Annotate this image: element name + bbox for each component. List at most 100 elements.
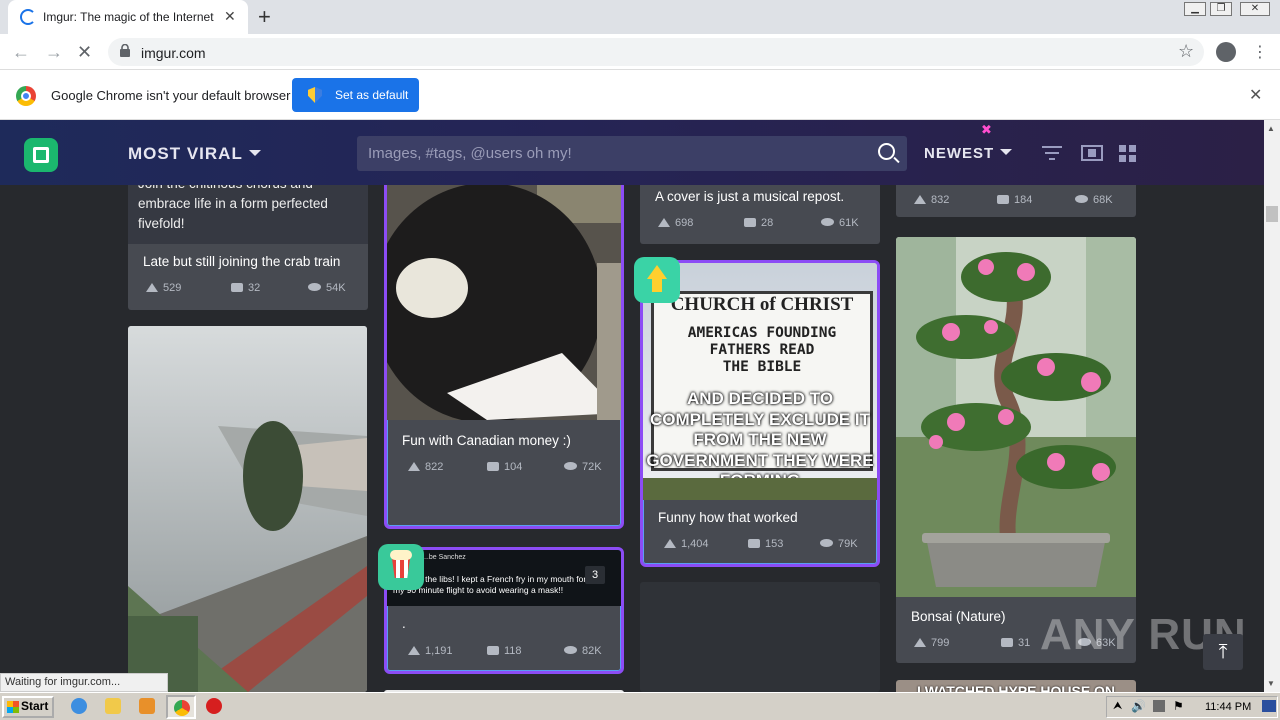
post-card-bonsai[interactable]: Bonsai (Nature) 799 31 63K (896, 237, 1136, 663)
sign-header: CHURCH of CHRIST (670, 294, 854, 315)
network-icon[interactable] (1153, 700, 1165, 712)
comment-icon (231, 283, 243, 292)
url-text: imgur.com (141, 45, 206, 61)
media-player-icon[interactable] (139, 698, 155, 714)
views-icon (820, 539, 833, 547)
section-dropdown[interactable]: MOST VIRAL (128, 144, 261, 164)
infobar-message: Google Chrome isn't your default browser (51, 88, 291, 103)
back-icon[interactable]: ← (12, 42, 30, 63)
views-icon (821, 218, 834, 226)
search-icon[interactable] (878, 143, 895, 160)
post-card-money[interactable]: Fun with Canadian money :) 822 104 72K (384, 160, 624, 529)
post-title: A cover is just a musical repost. (655, 189, 845, 204)
folder-icon[interactable] (105, 698, 121, 714)
flag-icon[interactable]: ⚑ (1173, 699, 1184, 713)
back-to-top-button[interactable]: ⤒ (1203, 634, 1243, 670)
shield-icon (308, 87, 322, 103)
views-icon (308, 283, 321, 291)
post-title: Fun with Canadian money :) (402, 433, 571, 448)
set-as-default-button[interactable]: Set as default (292, 78, 419, 112)
comment-icon (997, 195, 1009, 204)
upvote-icon[interactable] (408, 646, 420, 655)
address-bar[interactable]: imgur.com ☆ (108, 38, 1204, 66)
ie-icon[interactable] (71, 698, 87, 714)
comment-icon (1001, 638, 1013, 647)
imgur-logo-icon[interactable] (24, 138, 58, 172)
browser-toolbar: ← → ✕ imgur.com ☆ (0, 34, 1280, 70)
system-tray: ⮝ 🔊 ⚑ (1106, 696, 1278, 718)
chevron-down-icon (248, 150, 261, 156)
stop-icon[interactable]: ✕ (77, 42, 92, 63)
upvote-icon[interactable] (664, 539, 676, 548)
album-count-badge: 3 (585, 566, 605, 584)
sort-dropdown[interactable]: NEWEST (924, 145, 1013, 162)
record-player-thumbnail (387, 163, 621, 420)
bookmark-star-icon[interactable]: ☆ (1178, 41, 1194, 62)
chrome-logo-icon (16, 86, 36, 106)
upvote-icon[interactable] (658, 218, 670, 227)
comment-icon (487, 646, 499, 655)
chrome-icon (174, 700, 190, 716)
sparkle-icon: ✖ (981, 122, 992, 137)
post-card-hype[interactable]: I WATCHED HYPE HOUSE ON (896, 680, 1136, 692)
bonsai-image (896, 237, 1136, 597)
popcorn-badge-icon (378, 544, 424, 590)
comment-icon (744, 218, 756, 227)
upvote-icon[interactable] (914, 195, 926, 204)
menu-kebab-icon[interactable]: ⋮ (1252, 42, 1268, 62)
views-icon (1075, 195, 1088, 203)
comment-icon (487, 462, 499, 471)
search-box[interactable] (357, 136, 907, 171)
views-icon (564, 646, 577, 654)
infobar-close-icon[interactable]: ✕ (1249, 85, 1262, 105)
compact-view-icon[interactable] (1081, 145, 1103, 161)
default-browser-infobar: Google Chrome isn't your default browser… (0, 70, 1280, 120)
scroll-down-icon[interactable]: ▼ (1267, 679, 1275, 688)
upvote-badge-icon (634, 257, 680, 303)
tray-arrow-icon[interactable]: ⮝ (1113, 700, 1122, 713)
chevron-down-icon (1000, 149, 1013, 155)
imgur-feed: Join the chitinous chorus and embrace li… (0, 120, 1264, 692)
search-input[interactable] (357, 136, 857, 171)
chrome-taskbar-button[interactable] (166, 695, 196, 719)
maximize-button[interactable]: ❐ (1210, 2, 1232, 16)
scrollbar-thumb[interactable] (1266, 206, 1278, 222)
meme-caption: AND DECIDED TO COMPLETELY EXCLUDE IT FRO… (646, 389, 874, 490)
lock-icon (120, 44, 130, 57)
tab-title: Imgur: The magic of the Internet (43, 10, 214, 24)
post-card-storm[interactable] (128, 326, 367, 692)
post-card-empty[interactable] (640, 582, 880, 692)
grid-view-icon[interactable] (1119, 145, 1136, 162)
upvote-icon[interactable] (146, 283, 158, 292)
upvote-icon[interactable] (408, 462, 420, 471)
volume-icon[interactable]: 🔊 (1131, 699, 1146, 713)
views-icon (564, 462, 577, 470)
meme-caption: I WATCHED HYPE HOUSE ON (916, 683, 1116, 692)
start-button[interactable]: Start (2, 696, 54, 718)
post-title: Bonsai (Nature) (911, 609, 1006, 624)
new-tab-button[interactable]: + (258, 4, 271, 30)
scroll-up-icon[interactable]: ▲ (1267, 124, 1275, 133)
close-window-button[interactable]: ✕ (1240, 2, 1270, 16)
filter-icon[interactable] (1042, 145, 1062, 161)
sign-line: AMERICAS FOUNDING FATHERS READ THE BIBLE (687, 325, 837, 375)
browser-tab[interactable]: Imgur: The magic of the Internet ✕ (8, 0, 248, 34)
profile-avatar-icon[interactable] (1216, 42, 1236, 62)
minimize-button[interactable]: ▁ (1184, 2, 1206, 16)
storm-video-thumbnail (128, 326, 367, 692)
opera-icon[interactable] (206, 698, 222, 714)
upvote-icon[interactable] (914, 638, 926, 647)
close-tab-icon[interactable]: ✕ (224, 8, 236, 25)
set-as-default-label: Set as default (335, 88, 409, 102)
comment-icon (748, 539, 760, 548)
post-title: Funny how that worked (658, 510, 798, 525)
status-bubble: Waiting for imgur.com... (0, 673, 168, 692)
taskbar-clock: 11:44 PM (1205, 701, 1252, 713)
forward-icon[interactable]: → (45, 42, 63, 63)
post-card-church[interactable]: CHURCH of CHRIST AMERICAS FOUNDING FATHER… (640, 260, 880, 567)
post-title: . (402, 616, 406, 631)
show-desktop-icon[interactable] (1262, 700, 1276, 712)
tweet-author: ...be Sanchez (423, 554, 466, 561)
post-title: Late but still joining the crab train (143, 254, 341, 269)
loading-spinner-icon (20, 9, 36, 25)
